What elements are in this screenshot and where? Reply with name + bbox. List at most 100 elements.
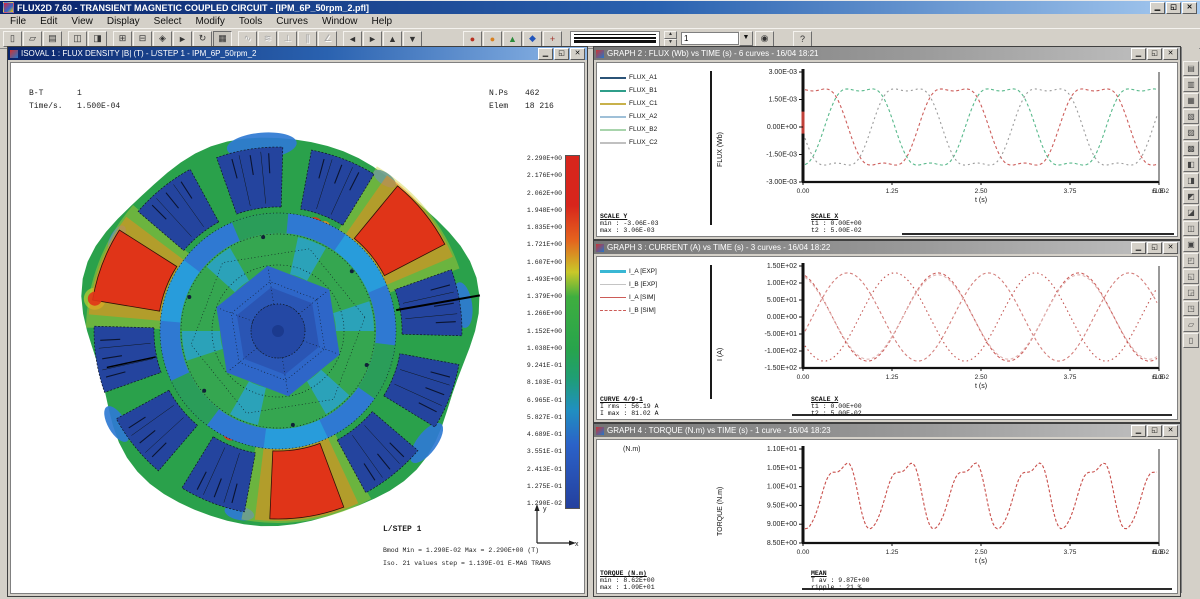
menu-file[interactable]: File xyxy=(3,16,33,27)
status-line: T av : 9.87E+00 xyxy=(811,577,870,584)
legend-item: FLUX_C2 xyxy=(600,136,710,149)
minimize-button[interactable]: ▁ xyxy=(1131,48,1146,60)
combo-dropdown-icon[interactable]: ▼ xyxy=(739,31,753,46)
app-icon xyxy=(3,2,14,13)
svg-text:1.00E+02: 1.00E+02 xyxy=(767,280,797,287)
minimize-button[interactable]: ▁ xyxy=(538,48,553,60)
svg-text:0.00E+00: 0.00E+00 xyxy=(767,124,797,131)
close-button[interactable]: ✕ xyxy=(1163,425,1178,437)
side-toolbar-button-5[interactable]: ▨ xyxy=(1183,125,1199,140)
legend-label: I_B [SIM] xyxy=(629,307,656,314)
side-toolbar-button-16[interactable]: ◳ xyxy=(1183,301,1199,316)
step-combo-input[interactable] xyxy=(681,32,739,45)
svg-text:1.50E-03: 1.50E-03 xyxy=(769,97,798,104)
scale-tick-label: 8.103E-01 xyxy=(510,379,562,386)
chart-client: FLUX_A1FLUX_B1FLUX_C1FLUX_A2FLUX_B2FLUX_… xyxy=(596,62,1178,237)
close-button[interactable]: ✕ xyxy=(570,48,585,60)
side-toolbar-button-13[interactable]: ◰ xyxy=(1183,253,1199,268)
chart-window-title: GRAPH 4 : TORQUE (N.m) vs TIME (s) - 1 c… xyxy=(607,426,1130,435)
status-line: min : 8.62E+00 xyxy=(600,577,655,584)
chart-window-flux: GRAPH 2 : FLUX (Wb) vs TIME (s) - 6 curv… xyxy=(593,46,1181,240)
side-toolbar-button-18[interactable]: ▯ xyxy=(1183,333,1199,348)
chart-window-titlebar[interactable]: GRAPH 3 : CURRENT (A) vs TIME (s) - 3 cu… xyxy=(594,241,1180,254)
field-window-controls: ▁◱✕ xyxy=(537,48,585,60)
side-toolbar-button-7[interactable]: ◧ xyxy=(1183,157,1199,172)
status-line: TORQUE (N.m) xyxy=(600,570,655,577)
status-line: t1 : 0.00E+00 xyxy=(811,403,862,410)
status-line: I rms : 56.19 A xyxy=(600,403,659,410)
svg-text:x1.E-2: x1.E-2 xyxy=(1152,550,1170,556)
menu-modify[interactable]: Modify xyxy=(188,16,231,27)
legend-line-sample xyxy=(600,77,626,79)
svg-text:-5.00E+01: -5.00E+01 xyxy=(765,331,798,338)
axis-y-label: y xyxy=(543,506,547,513)
chart-window-titlebar[interactable]: GRAPH 4 : TORQUE (N.m) vs TIME (s) - 1 c… xyxy=(594,424,1180,437)
svg-text:1.05E+01: 1.05E+01 xyxy=(767,465,797,472)
side-toolbar-button-10[interactable]: ◪ xyxy=(1183,205,1199,220)
restore-button[interactable]: ◱ xyxy=(1166,2,1181,14)
side-toolbar-button-14[interactable]: ◱ xyxy=(1183,269,1199,284)
legend-item: I_A [EXP] xyxy=(600,265,710,278)
chart-window-titlebar[interactable]: GRAPH 2 : FLUX (Wb) vs TIME (s) - 6 curv… xyxy=(594,47,1180,60)
menu-help[interactable]: Help xyxy=(365,16,400,27)
side-toolbar-button-1[interactable]: ▤ xyxy=(1183,61,1199,76)
app-titlebar[interactable]: FLUX2D 7.60 - TRANSIENT MAGNETIC COUPLED… xyxy=(0,1,1200,14)
scale-tick-label: 2.413E-01 xyxy=(510,466,562,473)
scale-tick-label: 3.551E-01 xyxy=(510,448,562,455)
solution-info-right: N.Ps462 Elem18 216 xyxy=(489,87,554,113)
series-I_D xyxy=(805,275,1157,359)
side-toolbar-button-17[interactable]: ▱ xyxy=(1183,317,1199,332)
legend-item: I_A [SIM] xyxy=(600,291,710,304)
menu-edit[interactable]: Edit xyxy=(33,16,64,27)
restore-button[interactable]: ◱ xyxy=(1147,242,1162,254)
close-button[interactable]: ✕ xyxy=(1163,48,1178,60)
minimize-button[interactable]: ▁ xyxy=(1131,242,1146,254)
svg-text:5.00E+01: 5.00E+01 xyxy=(767,297,797,304)
field-plot-client: B-T1 Time/s.1.500E-04 N.Ps462 Elem18 216… xyxy=(10,62,585,594)
workspace: ISOVAL 1 : FLUX DENSITY |B| (T) - L/STEP… xyxy=(0,45,1200,599)
info-label: B-T xyxy=(29,87,77,100)
status-line: SCALE X xyxy=(811,213,862,220)
side-toolbar-button-11[interactable]: ◫ xyxy=(1183,221,1199,236)
svg-text:2.50: 2.50 xyxy=(975,374,988,381)
restore-button[interactable]: ◱ xyxy=(554,48,569,60)
side-toolbar-button-3[interactable]: ▦ xyxy=(1183,93,1199,108)
legend-line-sample xyxy=(600,297,626,298)
current-chart: 1.50E+021.00E+025.00E+010.00E+00-5.00E+0… xyxy=(711,260,1171,394)
side-toolbar-button-4[interactable]: ▧ xyxy=(1183,109,1199,124)
minimize-button[interactable]: ▁ xyxy=(1150,2,1165,14)
status-line: t1 : 0.00E+00 xyxy=(811,220,862,227)
menu-select[interactable]: Select xyxy=(147,16,189,27)
restore-button[interactable]: ◱ xyxy=(1147,48,1162,60)
close-button[interactable]: ✕ xyxy=(1163,242,1178,254)
legend-item: I_B [EXP] xyxy=(600,278,710,291)
menu-curves[interactable]: Curves xyxy=(269,16,315,27)
field-plot-window: ISOVAL 1 : FLUX DENSITY |B| (T) - L/STEP… xyxy=(7,46,588,597)
menu-display[interactable]: Display xyxy=(100,16,147,27)
legend-label: I_B [EXP] xyxy=(629,281,657,288)
scale-tick-label: 1.152E+00 xyxy=(510,328,562,335)
solution-info-left: B-T1 Time/s.1.500E-04 xyxy=(29,87,120,113)
status-line: ripple : 21 % xyxy=(811,584,870,591)
minimize-button[interactable]: ▁ xyxy=(1131,425,1146,437)
menu-tools[interactable]: Tools xyxy=(232,16,269,27)
unit-label: (N.m) xyxy=(623,446,641,453)
side-toolbar-button-15[interactable]: ◲ xyxy=(1183,285,1199,300)
menu-window[interactable]: Window xyxy=(315,16,365,27)
legend-item: FLUX_B2 xyxy=(600,123,710,136)
status-block: CURVE 4/9-1I rms : 56.19 AI max : 81.02 … xyxy=(600,396,659,417)
status-line: t2 : 5.00E-02 xyxy=(811,410,862,417)
side-toolbar-button-12[interactable]: ▣ xyxy=(1183,237,1199,252)
chart-window-torque: GRAPH 4 : TORQUE (N.m) vs TIME (s) - 1 c… xyxy=(593,423,1181,597)
menu-view[interactable]: View xyxy=(64,16,100,27)
side-toolbar-button-9[interactable]: ◩ xyxy=(1183,189,1199,204)
scale-tick-label: 1.721E+00 xyxy=(510,241,562,248)
side-toolbar-button-8[interactable]: ◨ xyxy=(1183,173,1199,188)
info-value: 1 xyxy=(77,89,82,98)
side-toolbar-button-6[interactable]: ▩ xyxy=(1183,141,1199,156)
close-button[interactable]: ✕ xyxy=(1182,2,1197,14)
svg-text:2.50: 2.50 xyxy=(975,549,988,556)
restore-button[interactable]: ◱ xyxy=(1147,425,1162,437)
side-toolbar-button-2[interactable]: ▥ xyxy=(1183,77,1199,92)
field-window-titlebar[interactable]: ISOVAL 1 : FLUX DENSITY |B| (T) - L/STEP… xyxy=(8,47,587,60)
